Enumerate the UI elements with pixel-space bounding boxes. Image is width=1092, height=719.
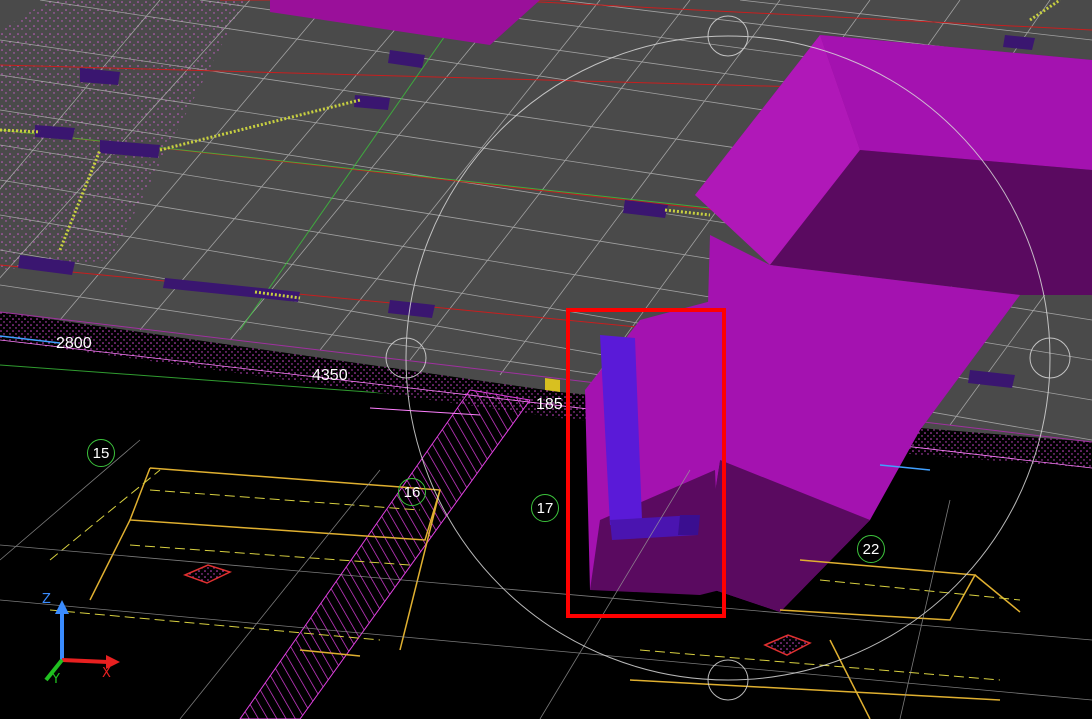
snap-marker (545, 378, 560, 392)
grid-bubble-17: 17 (531, 494, 559, 522)
3d-model-viewport[interactable]: 2800 4350 185 15 16 17 22 Z X Y (0, 0, 1092, 719)
dimension-label-4350: 4350 (312, 367, 348, 384)
ground-grid (0, 439, 1092, 719)
model-canvas[interactable] (0, 0, 1092, 719)
stair (239, 389, 531, 719)
selected-wall-element[interactable] (585, 300, 720, 595)
dimension-label-2800: 2800 (56, 335, 92, 352)
grid-bubble-15: 15 (87, 439, 115, 467)
dimension-label-185: 185 (536, 396, 563, 413)
ucs-y-label: Y (52, 672, 60, 687)
ucs-z-label: Z (42, 592, 51, 607)
grid-bubble-16: 16 (398, 478, 426, 506)
grid-bubble-22: 22 (857, 535, 885, 563)
ucs-x-label: X (102, 666, 111, 681)
